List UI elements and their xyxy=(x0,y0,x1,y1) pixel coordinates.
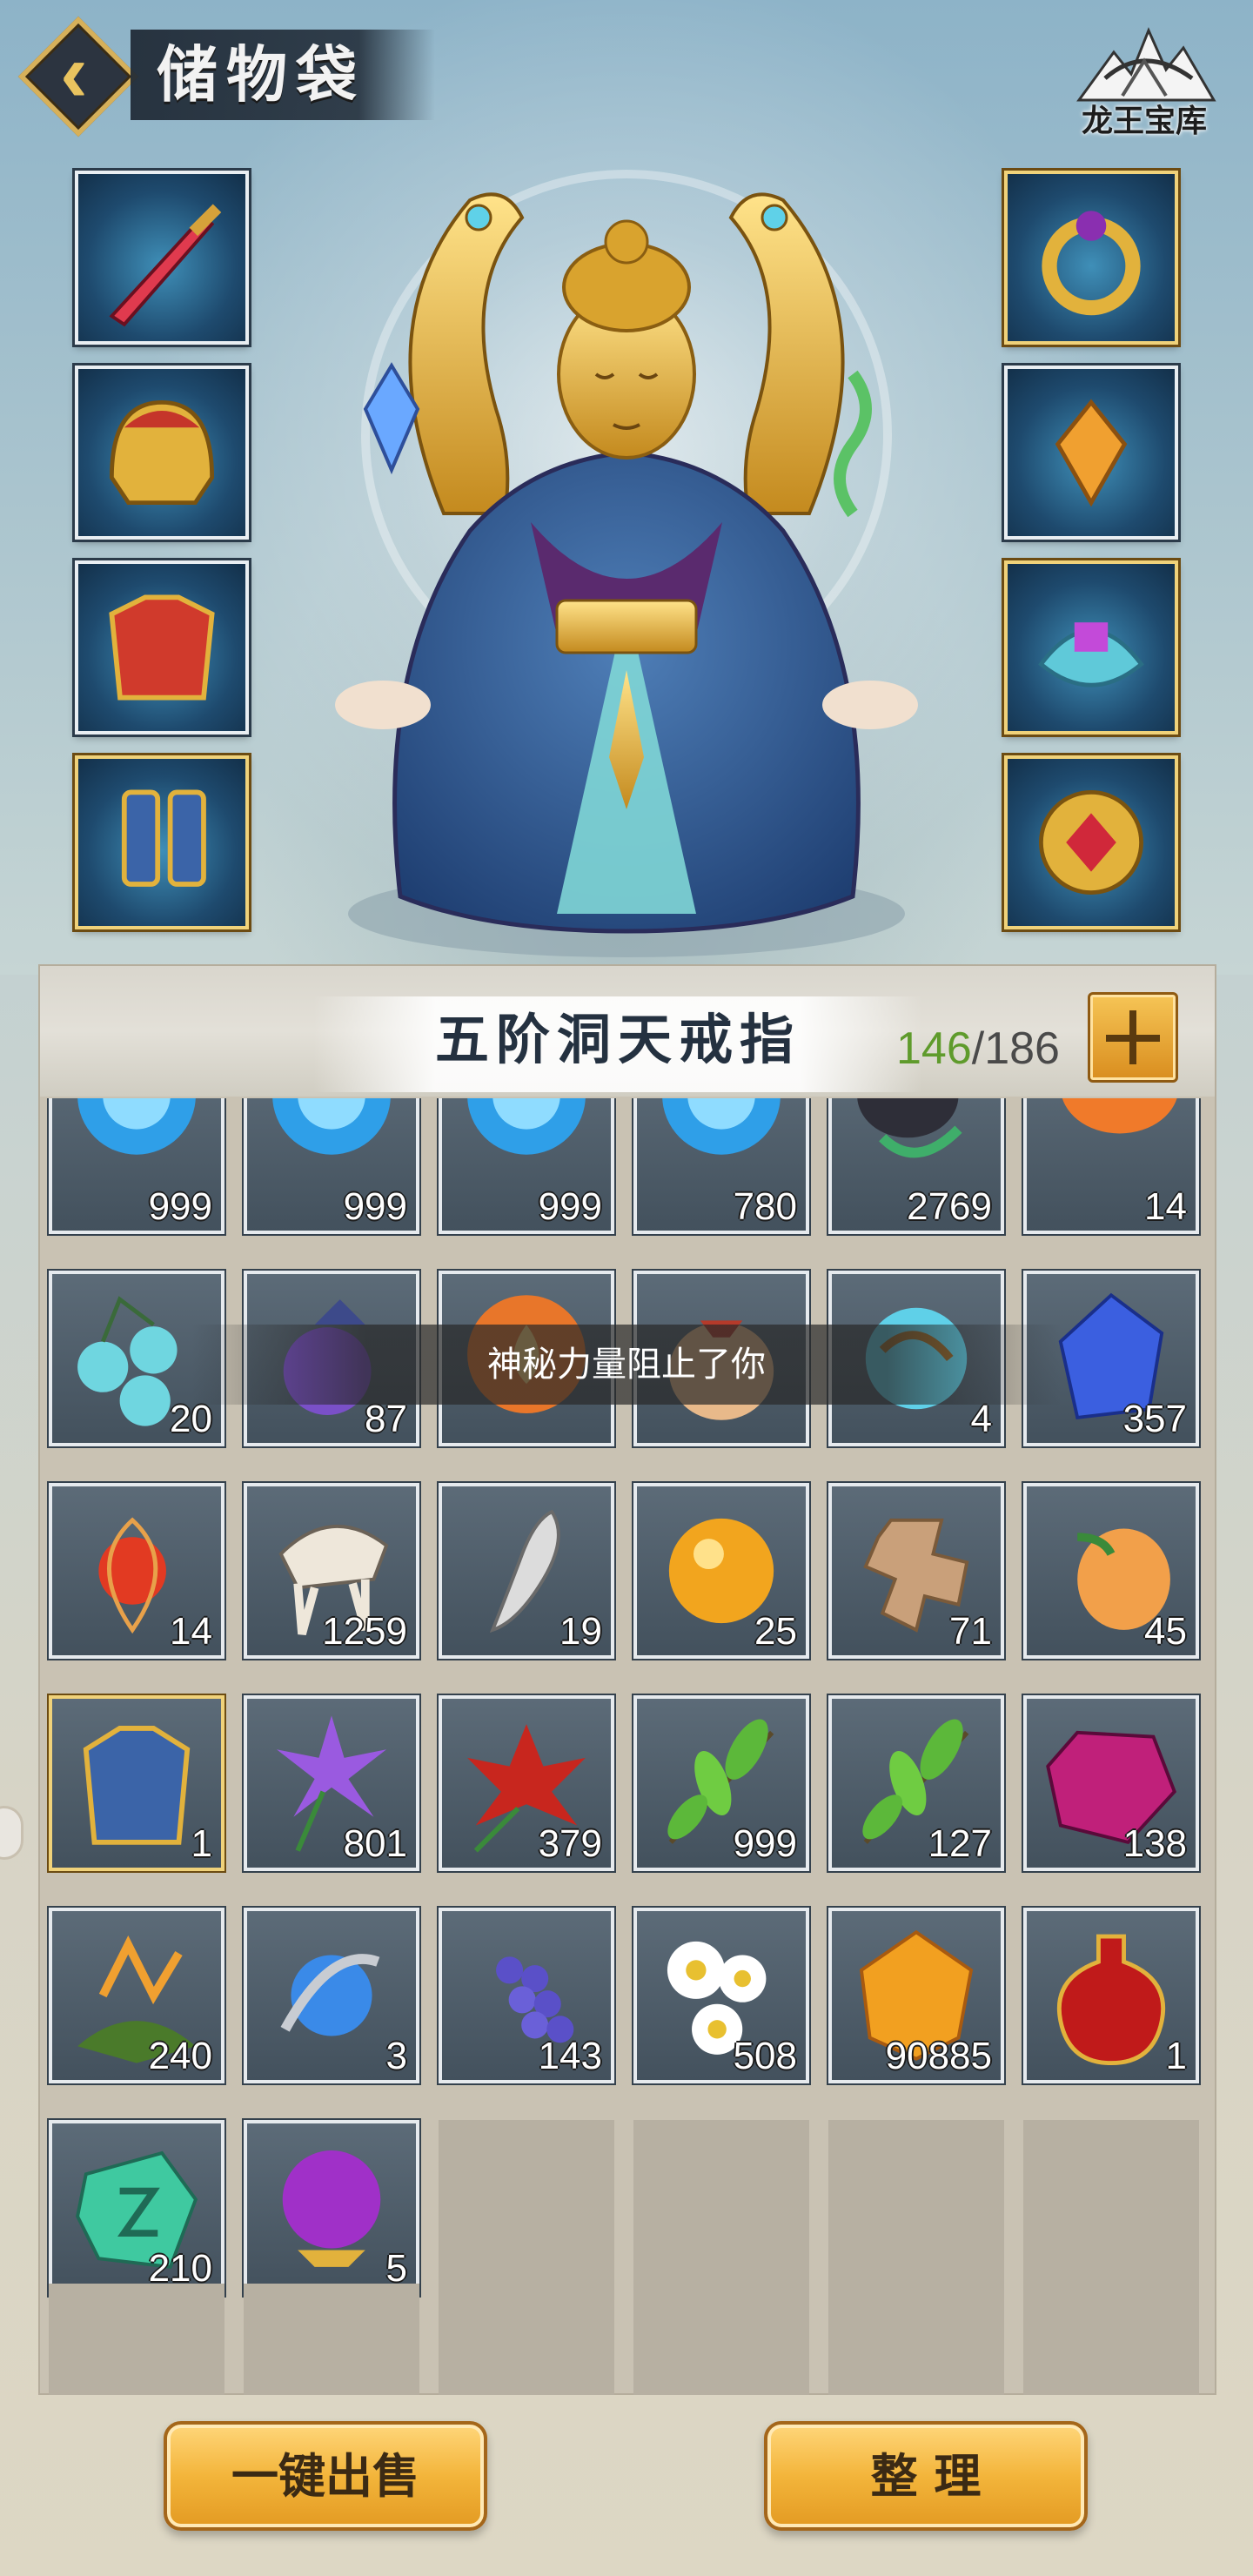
capacity-readout: 146/186 xyxy=(896,1010,1060,1088)
sell-all-button[interactable]: 一键出售 xyxy=(164,2421,487,2531)
item-count: 3 xyxy=(385,2035,407,2077)
storage-ring-name: 五阶洞天戒指 xyxy=(434,1008,801,1071)
item-count: 780 xyxy=(733,1185,797,1228)
item-count: 999 xyxy=(538,1185,602,1228)
floating-edge-handle[interactable] xyxy=(0,1808,21,1857)
capacity-separator: / xyxy=(971,1023,985,1074)
item-count: 801 xyxy=(343,1822,407,1865)
equip-slot-amulet[interactable] xyxy=(1004,755,1178,929)
inventory-slot-empty[interactable] xyxy=(1023,2284,1199,2395)
inventory-grid: 999 999 999 780 2769 14 20 87 4 357 14 1259 19 25 71 45… xyxy=(40,1098,1215,2395)
inventory-slot[interactable]: 127 xyxy=(828,1695,1004,1871)
item-count: 45 xyxy=(1144,1610,1187,1653)
item-count: 143 xyxy=(538,2035,602,2077)
inventory-slot-empty[interactable] xyxy=(633,2284,809,2395)
capacity-total: 186 xyxy=(984,1023,1060,1074)
capacity-used: 146 xyxy=(896,1023,972,1074)
item-count: 90885 xyxy=(885,2035,992,2077)
item-count: 1 xyxy=(191,1822,212,1865)
inventory-slot-empty[interactable] xyxy=(1023,2120,1199,2296)
inventory-slot[interactable]: 25 xyxy=(633,1483,809,1659)
item-count: 127 xyxy=(928,1822,992,1865)
item-count: 999 xyxy=(343,1185,407,1228)
amulet-icon xyxy=(1039,790,1143,895)
inventory-slot-empty[interactable] xyxy=(633,2120,809,2296)
item-count: 240 xyxy=(148,2035,212,2077)
inventory-slot[interactable]: 90885 xyxy=(828,1908,1004,2083)
item-count: 999 xyxy=(148,1185,212,1228)
inventory-slot[interactable]: 14 xyxy=(1023,1098,1199,1234)
inventory-slot[interactable]: 999 xyxy=(49,1098,224,1234)
inventory-slot[interactable]: 999 xyxy=(244,1098,419,1234)
inventory-slot[interactable]: 2769 xyxy=(828,1098,1004,1234)
equip-slot-pendant[interactable] xyxy=(1004,366,1178,540)
inventory-slot[interactable]: 14 xyxy=(49,1483,224,1659)
pendant-icon xyxy=(1055,399,1128,507)
inventory-slot[interactable]: 999 xyxy=(633,1695,809,1871)
inventory-slot[interactable]: 1 xyxy=(49,1695,224,1871)
item-count: 14 xyxy=(170,1610,212,1653)
inventory-slot[interactable]: 143 xyxy=(439,1908,614,2083)
inventory-slot[interactable]: 801 xyxy=(244,1695,419,1871)
inventory-slot-empty[interactable] xyxy=(828,2284,1004,2395)
boots-icon xyxy=(121,789,206,887)
helmet-icon xyxy=(109,399,215,505)
inventory-slot[interactable]: 19 xyxy=(439,1483,614,1659)
equip-slot-bracer[interactable] xyxy=(1004,560,1178,735)
equip-slot-ring[interactable] xyxy=(1004,171,1178,345)
equip-slot-boots[interactable] xyxy=(75,755,249,929)
equip-slot-helmet[interactable] xyxy=(75,366,249,540)
chest-armor-icon xyxy=(109,594,215,701)
bracer-icon xyxy=(1038,622,1144,688)
item-count: 25 xyxy=(754,1610,797,1653)
back-arrow-icon[interactable]: ‹ xyxy=(44,31,104,115)
item-count: 71 xyxy=(949,1610,992,1653)
inventory-slot-empty[interactable] xyxy=(244,2284,419,2395)
equip-slot-armor[interactable] xyxy=(75,560,249,735)
inventory-slot[interactable]: 210 xyxy=(49,2120,224,2296)
inventory-slot[interactable]: 1 xyxy=(1023,1908,1199,2083)
inventory-slot-empty[interactable] xyxy=(439,2284,614,2395)
inventory-slot[interactable]: 5 xyxy=(244,2120,419,2296)
inventory-slot[interactable]: 999 xyxy=(439,1098,614,1234)
toast-message: 神秘力量阻止了你 xyxy=(487,1345,766,1384)
item-count: 2769 xyxy=(907,1185,992,1228)
item-count: 1259 xyxy=(322,1610,407,1653)
inventory-slot[interactable]: 71 xyxy=(828,1483,1004,1659)
item-count: 508 xyxy=(733,2035,797,2077)
item-count: 357 xyxy=(1122,1398,1187,1440)
dragon-treasury-button[interactable]: 龙王宝库 xyxy=(1053,17,1236,148)
inventory-slot[interactable]: 240 xyxy=(49,1908,224,2083)
item-count: 379 xyxy=(538,1822,602,1865)
inventory-slot[interactable]: 138 xyxy=(1023,1695,1199,1871)
item-count: 19 xyxy=(559,1610,602,1653)
inventory-slot[interactable]: 1259 xyxy=(244,1483,419,1659)
buddha-character-figure xyxy=(335,170,918,957)
inventory-slot[interactable]: 379 xyxy=(439,1695,614,1871)
item-count: 138 xyxy=(1122,1822,1187,1865)
expand-capacity-button[interactable] xyxy=(1088,992,1178,1083)
inventory-slot[interactable]: 780 xyxy=(633,1098,809,1234)
inventory-slot-empty[interactable] xyxy=(828,2120,1004,2296)
ring-icon xyxy=(1042,211,1141,316)
item-count: 1 xyxy=(1165,2035,1187,2077)
inventory-slot[interactable]: 508 xyxy=(633,1908,809,2083)
sort-button[interactable]: 整 理 xyxy=(764,2421,1088,2531)
inventory-slot-empty[interactable] xyxy=(439,2120,614,2296)
dragon-treasury-label: 龙王宝库 xyxy=(1081,103,1207,139)
page-title: 储物袋 xyxy=(157,38,365,111)
inventory-slot[interactable]: 3 xyxy=(244,1908,419,2083)
equip-slot-weapon[interactable] xyxy=(75,171,249,345)
inventory-slot[interactable]: 45 xyxy=(1023,1483,1199,1659)
sword-icon xyxy=(109,204,222,327)
inventory-slot-empty[interactable] xyxy=(49,2284,224,2395)
item-count: 999 xyxy=(733,1822,797,1865)
item-count: 14 xyxy=(1144,1185,1187,1228)
